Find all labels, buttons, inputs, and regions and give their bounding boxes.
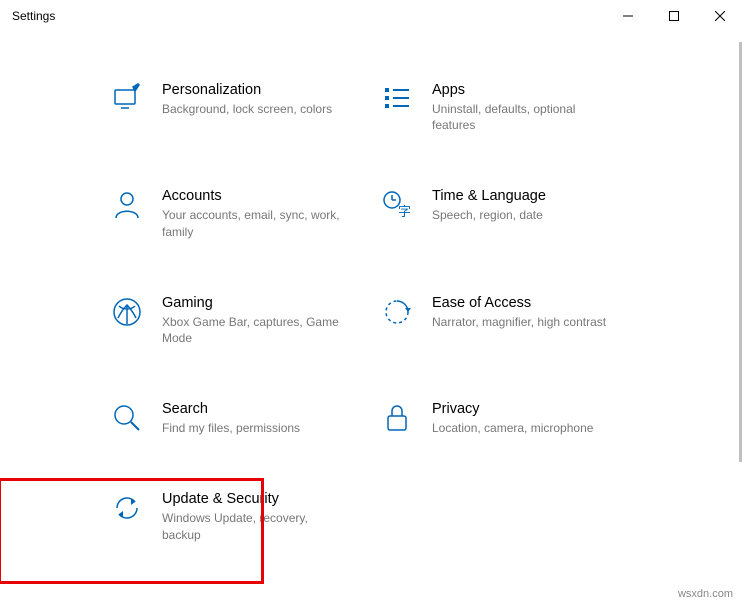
tile-text: Ease of Access Narrator, magnifier, high… — [432, 295, 606, 330]
privacy-icon — [380, 401, 414, 435]
tile-desc: Windows Update, recovery, backup — [162, 510, 342, 542]
tile-update-security[interactable]: Update & Security Windows Update, recove… — [110, 491, 370, 542]
minimize-button[interactable] — [605, 0, 651, 32]
update-security-icon — [110, 491, 144, 525]
tile-title: Apps — [432, 82, 612, 98]
time-language-icon: 字 — [380, 188, 414, 222]
tile-search[interactable]: Search Find my files, permissions — [110, 401, 370, 436]
tile-text: Search Find my files, permissions — [162, 401, 300, 436]
settings-content: Personalization Background, lock screen,… — [0, 32, 743, 606]
tile-desc: Background, lock screen, colors — [162, 101, 332, 117]
titlebar: Settings — [0, 0, 743, 32]
close-icon — [715, 11, 725, 21]
tile-title: Personalization — [162, 82, 332, 98]
tile-title: Gaming — [162, 295, 342, 311]
apps-icon — [380, 82, 414, 116]
scrollbar[interactable] — [737, 32, 743, 606]
close-button[interactable] — [697, 0, 743, 32]
maximize-button[interactable] — [651, 0, 697, 32]
tile-text: Apps Uninstall, defaults, optional featu… — [432, 82, 612, 133]
tile-title: Accounts — [162, 188, 342, 204]
gaming-icon — [110, 295, 144, 329]
tile-time-language[interactable]: 字 Time & Language Speech, region, date — [380, 188, 640, 239]
watermark: wsxdn.com — [678, 588, 733, 600]
tile-apps[interactable]: Apps Uninstall, defaults, optional featu… — [380, 82, 640, 133]
svg-text:字: 字 — [398, 204, 411, 219]
tile-desc: Location, camera, microphone — [432, 420, 593, 436]
tile-ease-of-access[interactable]: Ease of Access Narrator, magnifier, high… — [380, 295, 640, 346]
tile-personalization[interactable]: Personalization Background, lock screen,… — [110, 82, 370, 133]
tile-text: Personalization Background, lock screen,… — [162, 82, 332, 117]
tile-desc: Uninstall, defaults, optional features — [432, 101, 612, 133]
tile-privacy[interactable]: Privacy Location, camera, microphone — [380, 401, 640, 436]
settings-grid: Personalization Background, lock screen,… — [110, 82, 703, 543]
tile-text: Update & Security Windows Update, recove… — [162, 491, 342, 542]
tile-title: Time & Language — [432, 188, 546, 204]
tile-title: Update & Security — [162, 491, 342, 507]
tile-desc: Xbox Game Bar, captures, Game Mode — [162, 314, 342, 346]
tile-gaming[interactable]: Gaming Xbox Game Bar, captures, Game Mod… — [110, 295, 370, 346]
minimize-icon — [623, 11, 633, 21]
window-title: Settings — [12, 9, 55, 23]
window-controls — [605, 0, 743, 32]
tile-text: Gaming Xbox Game Bar, captures, Game Mod… — [162, 295, 342, 346]
tile-title: Ease of Access — [432, 295, 606, 311]
tile-text: Accounts Your accounts, email, sync, wor… — [162, 188, 342, 239]
maximize-icon — [669, 11, 679, 21]
tile-desc: Find my files, permissions — [162, 420, 300, 436]
ease-of-access-icon — [380, 295, 414, 329]
scrollbar-thumb[interactable] — [739, 42, 742, 462]
tile-desc: Your accounts, email, sync, work, family — [162, 207, 342, 239]
tile-desc: Speech, region, date — [432, 207, 546, 223]
personalization-icon — [110, 82, 144, 116]
tile-text: Privacy Location, camera, microphone — [432, 401, 593, 436]
search-icon — [110, 401, 144, 435]
tile-title: Search — [162, 401, 300, 417]
tile-text: Time & Language Speech, region, date — [432, 188, 546, 223]
tile-accounts[interactable]: Accounts Your accounts, email, sync, wor… — [110, 188, 370, 239]
accounts-icon — [110, 188, 144, 222]
tile-title: Privacy — [432, 401, 593, 417]
tile-desc: Narrator, magnifier, high contrast — [432, 314, 606, 330]
